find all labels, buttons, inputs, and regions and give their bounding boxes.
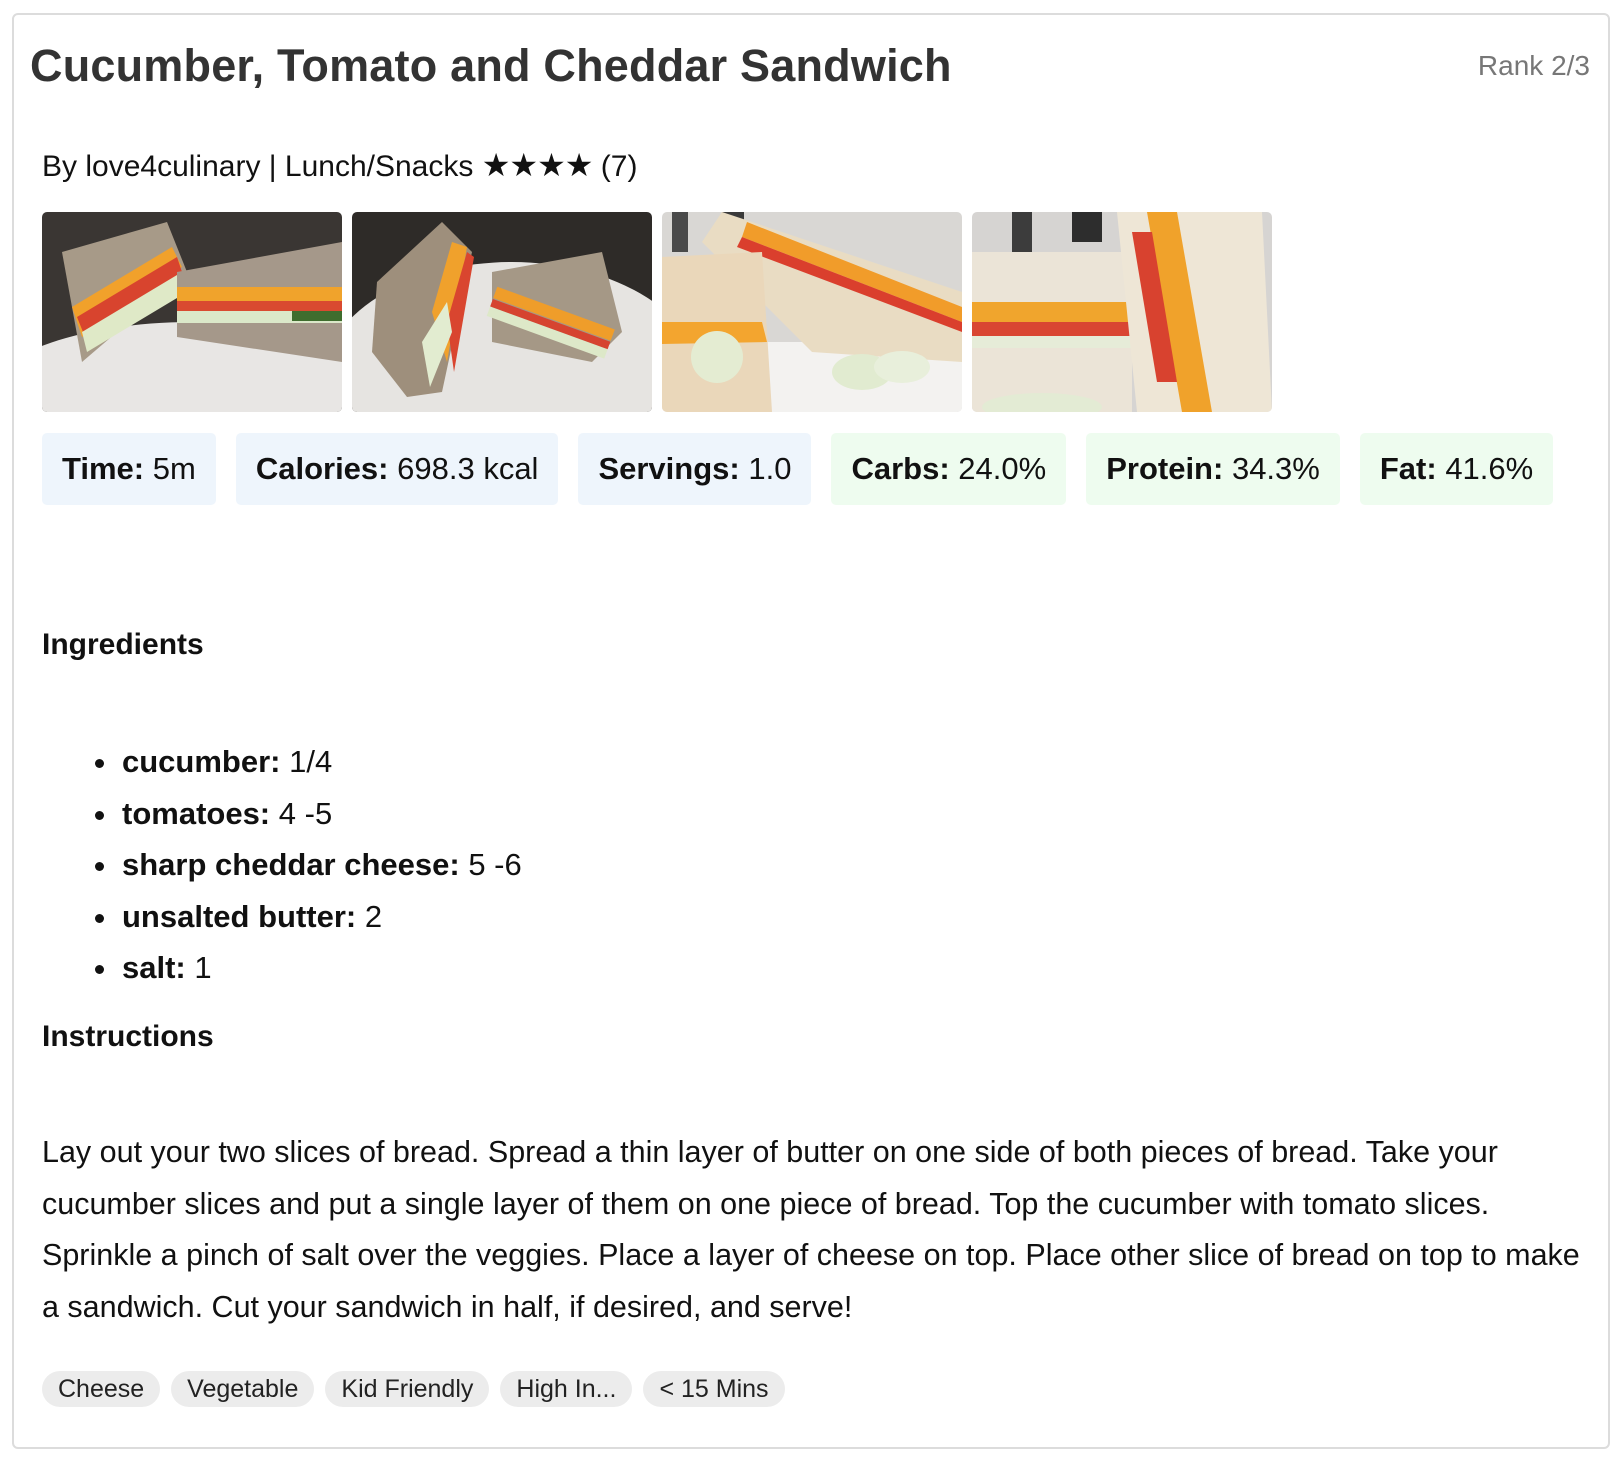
recipe-byline: By love4culinary | Lunch/Snacks ★★★★ (7) [42, 145, 637, 187]
stat-carbs-value: 24.0% [958, 451, 1047, 486]
ingredients-heading: Ingredients [42, 628, 204, 661]
bullet-icon [95, 759, 104, 768]
stat-time-value: 5m [152, 451, 196, 486]
stat-servings-label: Servings: [598, 451, 740, 486]
recipe-photo-4[interactable] [972, 212, 1272, 412]
recipe-photo-2[interactable] [352, 212, 652, 412]
sandwich-photo-3-image [662, 212, 962, 412]
ingredient-amount: 5 -6 [468, 847, 522, 882]
ingredient-name: salt: [122, 950, 186, 985]
ingredient-item: salt: 1 [95, 942, 522, 994]
stat-protein: Protein: 34.3% [1086, 433, 1340, 505]
bullet-icon [95, 810, 104, 820]
recipe-photo-3[interactable] [662, 212, 962, 412]
recipe-photo-1[interactable] [42, 212, 342, 412]
sandwich-photo-1-image [42, 212, 342, 412]
ingredient-item: tomatoes: 4 -5 [95, 788, 522, 840]
ingredient-amount: 2 [364, 898, 383, 934]
ingredient-amount: 1/4 [289, 744, 333, 779]
ingredient-name: sharp cheddar cheese: [122, 847, 460, 882]
ingredient-name: unsalted butter: [122, 898, 357, 934]
stat-carbs: Carbs: 24.0% [831, 433, 1067, 505]
stat-protein-value: 34.3% [1231, 451, 1320, 486]
rating-stars: ★★★★ [481, 147, 594, 183]
tag-chip[interactable]: Kid Friendly [325, 1371, 490, 1407]
bullet-icon [95, 913, 104, 923]
stat-calories-label: Calories: [255, 451, 389, 486]
instructions-text: Lay out your two slices of bread. Spread… [42, 1135, 1580, 1324]
tag-chip[interactable]: < 15 Mins [643, 1371, 785, 1407]
rating-count: (7) [600, 150, 638, 183]
recipe-title: Cucumber, Tomato and Cheddar Sandwich [30, 40, 952, 91]
stat-time: Time: 5m [42, 433, 216, 505]
recipe-header: Cucumber, Tomato and Cheddar Sandwich Ra… [30, 36, 1590, 96]
stats-row: Time: 5m Calories: 698.3 kcal Servings: … [42, 433, 1582, 505]
author-category: By love4culinary | Lunch/Snacks [42, 150, 474, 183]
stat-calories: Calories: 698.3 kcal [235, 433, 559, 505]
tag-chip[interactable]: High In... [500, 1371, 633, 1407]
stat-servings-value: 1.0 [748, 451, 792, 486]
ingredients-list: cucumber: 1/4 tomatoes: 4 -5 sharp chedd… [42, 736, 522, 994]
ingredient-item: sharp cheddar cheese: 5 -6 [95, 839, 522, 891]
stat-fat-value: 41.6% [1445, 451, 1534, 486]
ingredient-name: tomatoes: [122, 795, 271, 831]
ingredient-item: cucumber: 1/4 [95, 736, 522, 788]
stat-fat: Fat: 41.6% [1359, 433, 1554, 505]
tag-chip[interactable]: Vegetable [171, 1371, 315, 1407]
sandwich-photo-4-image [972, 212, 1272, 412]
stat-servings: Servings: 1.0 [578, 433, 812, 505]
ingredient-amount: 1 [194, 950, 212, 985]
rank-label: Rank 2/3 [1477, 50, 1590, 81]
ingredient-name: cucumber: [122, 744, 281, 779]
stat-fat-label: Fat: [1379, 451, 1437, 486]
instructions-heading: Instructions [42, 1020, 214, 1053]
ingredient-amount: 4 -5 [278, 795, 333, 831]
stat-carbs-label: Carbs: [851, 451, 950, 486]
tag-chip[interactable]: Cheese [42, 1371, 161, 1407]
bullet-icon [95, 862, 104, 871]
stat-calories-value: 698.3 kcal [397, 451, 539, 486]
stat-time-label: Time: [62, 451, 145, 486]
ingredient-item: unsalted butter: 2 [95, 891, 522, 943]
stat-protein-label: Protein: [1106, 451, 1224, 486]
photo-gallery [42, 212, 1272, 412]
sandwich-photo-2-image [352, 212, 652, 412]
tag-list: Cheese Vegetable Kid Friendly High In...… [42, 1371, 785, 1407]
bullet-icon [95, 965, 104, 974]
